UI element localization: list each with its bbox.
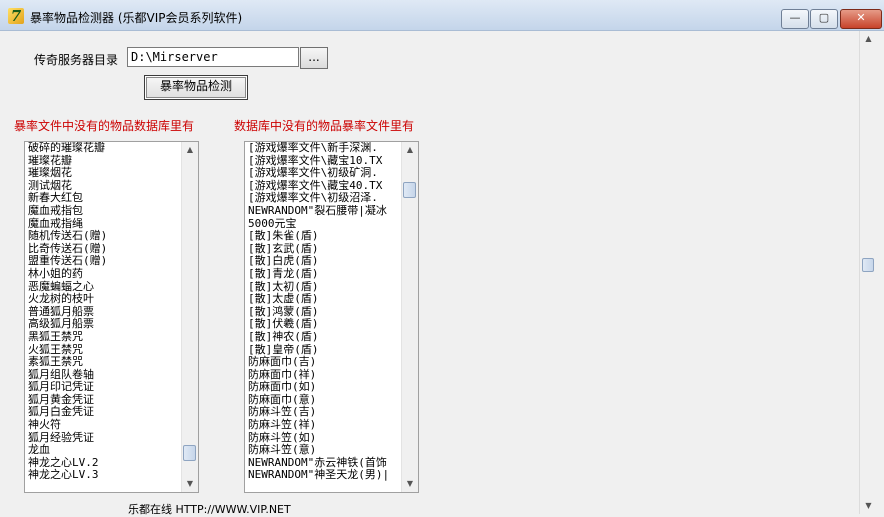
- server-dir-input[interactable]: [127, 47, 299, 67]
- scroll-down-arrow-icon[interactable]: ▼: [860, 498, 877, 514]
- list-item[interactable]: 黑狐王禁咒: [28, 330, 181, 344]
- minimize-button[interactable]: —: [781, 9, 809, 29]
- scroll-up-arrow-icon[interactable]: ▲: [182, 142, 198, 158]
- scroll-down-arrow-icon[interactable]: ▼: [182, 476, 198, 492]
- right-list-scrollbar[interactable]: ▲ ▼: [401, 142, 418, 492]
- left-list-heading: 暴率文件中没有的物品数据库里有: [14, 119, 195, 133]
- list-item[interactable]: NEWRANDOM"裂石腰带|凝冰: [248, 204, 401, 218]
- list-item[interactable]: 素狐王禁咒: [28, 355, 181, 369]
- list-item[interactable]: [散]太虚(盾): [248, 293, 401, 306]
- footer-text[interactable]: 乐都在线 HTTP://WWW.VIP.NET: [128, 501, 291, 517]
- client-area: 传奇服务器目录 ... 暴率物品检测 暴率文件中没有的物品数据库里有 数据库中没…: [0, 31, 884, 517]
- list-item[interactable]: 火龙树的枝叶: [28, 293, 181, 306]
- right-list-heading: 数据库中没有的物品暴率文件里有: [234, 119, 415, 133]
- list-item[interactable]: [散]神农(盾): [248, 330, 401, 344]
- maximize-button[interactable]: ▢: [810, 9, 838, 29]
- list-item[interactable]: 防麻面巾(如): [248, 381, 401, 394]
- list-item[interactable]: [游戏爆率文件\新手深渊.: [248, 142, 401, 155]
- right-item-list[interactable]: [游戏爆率文件\新手深渊. [游戏爆率文件\藏宝10.TX [游戏爆率文件\初级矿洞…: [244, 141, 419, 493]
- list-item[interactable]: 龙血: [28, 444, 181, 457]
- list-item[interactable]: 林小姐的药: [28, 267, 181, 281]
- left-list-items: 破碎的璀璨花瓣 璀璨花瓣 璀璨烟花 测试烟花 新春大红包 魔血戒指包 魔血戒指绳 随机传送石(…: [28, 142, 181, 492]
- list-item[interactable]: 神火符: [28, 418, 181, 432]
- left-list-scroll-thumb[interactable]: [183, 444, 196, 461]
- list-item[interactable]: 防麻面巾(吉): [248, 355, 401, 369]
- left-list-scrollbar[interactable]: ▲ ▼: [181, 142, 198, 492]
- scroll-down-arrow-icon[interactable]: ▼: [402, 476, 418, 492]
- list-item[interactable]: 随机传送石(赠): [28, 230, 181, 243]
- list-item[interactable]: 魔血戒指包: [28, 204, 181, 218]
- list-item[interactable]: 神龙之心LV.3: [28, 469, 181, 482]
- close-button[interactable]: ✕: [840, 9, 882, 29]
- list-item[interactable]: 狐月印记凭证: [28, 381, 181, 394]
- right-list-scroll-thumb[interactable]: [403, 182, 416, 199]
- scroll-up-arrow-icon[interactable]: ▲: [860, 31, 877, 47]
- list-item[interactable]: 防麻斗笠(意): [248, 444, 401, 457]
- list-item[interactable]: [游戏爆率文件\初级矿洞.: [248, 167, 401, 180]
- title-bar[interactable]: 7 暴率物品检测器 (乐都VIP会员系列软件) — ▢ ✕: [0, 0, 884, 31]
- check-items-button[interactable]: 暴率物品检测: [144, 75, 248, 100]
- server-dir-label: 传奇服务器目录: [34, 53, 119, 67]
- window-title: 暴率物品检测器 (乐都VIP会员系列软件): [30, 11, 243, 25]
- list-item[interactable]: 璀璨烟花: [28, 167, 181, 180]
- list-item[interactable]: [散]青龙(盾): [248, 267, 401, 281]
- app-icon: 7: [8, 8, 24, 24]
- list-item[interactable]: 防麻斗笠(祥): [248, 418, 401, 432]
- list-item[interactable]: 狐月经验凭证: [28, 431, 181, 445]
- list-item[interactable]: [散]朱雀(盾): [248, 230, 401, 243]
- browse-button[interactable]: ...: [300, 47, 328, 69]
- main-scrollbar[interactable]: ▲ ▼: [859, 31, 877, 514]
- left-item-list[interactable]: 破碎的璀璨花瓣 璀璨花瓣 璀璨烟花 测试烟花 新春大红包 魔血戒指包 魔血戒指绳 随机传送石(…: [24, 141, 199, 493]
- right-list-items: [游戏爆率文件\新手深渊. [游戏爆率文件\藏宝10.TX [游戏爆率文件\初级矿洞…: [248, 142, 401, 492]
- main-scroll-thumb[interactable]: [862, 258, 874, 272]
- scroll-up-arrow-icon[interactable]: ▲: [402, 142, 418, 158]
- list-item[interactable]: 破碎的璀璨花瓣: [28, 142, 181, 155]
- list-item[interactable]: NEWRANDOM"神圣天龙(男)|: [248, 469, 401, 482]
